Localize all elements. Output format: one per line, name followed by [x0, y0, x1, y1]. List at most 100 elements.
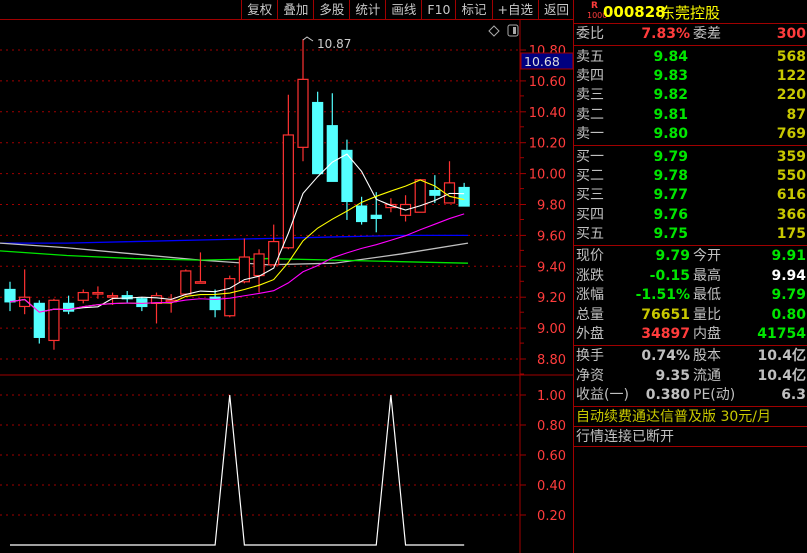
order-label: 卖五	[576, 48, 604, 65]
indicator-tick-label: 0.80	[537, 419, 566, 434]
order-price: 9.75	[653, 226, 688, 243]
order-row: 买一 9.79 359	[574, 147, 807, 166]
candle	[194, 252, 207, 284]
candle-body	[180, 270, 192, 295]
price-tick-label: 8.80	[537, 353, 566, 368]
order-volume: 568	[776, 48, 806, 65]
fin-row: 收益(一) 0.380 PE(动) 6.3	[574, 386, 807, 405]
stat-row: 涨幅 -1.51% 最低 9.79	[574, 286, 807, 305]
weicha-label: 委差	[693, 26, 721, 43]
quote-panel: R 1000 000828 东莞控股 委比 7.83% 委差 300 卖五 9.8…	[573, 0, 807, 553]
candle	[297, 39, 309, 162]
order-label: 买五	[576, 226, 604, 243]
stat-row: 涨跌 -0.15 最高 9.94	[574, 267, 807, 286]
order-row: 买五 9.75 175	[574, 225, 807, 244]
candle-body	[326, 125, 338, 182]
order-label: 卖四	[576, 67, 604, 84]
fin-value: 0.380	[645, 387, 690, 404]
stat-row: 现价 9.79 今开 9.91	[574, 247, 807, 266]
stat-row: 总量 76651 量比 0.80	[574, 305, 807, 324]
order-row: 买四 9.76 366	[574, 206, 807, 225]
candle	[414, 179, 426, 213]
order-price: 9.80	[653, 126, 688, 143]
candle	[238, 238, 250, 284]
order-label: 买四	[576, 206, 604, 223]
candle-body	[194, 281, 207, 284]
indicator-tick-label: 0.60	[537, 449, 566, 464]
fin-value: 0.74%	[641, 348, 690, 365]
rong-badge: R	[591, 1, 598, 11]
order-row: 卖五 9.84 568	[574, 47, 807, 66]
stat-label-2: 今开	[693, 248, 721, 265]
stat-label-2: 量比	[693, 306, 721, 323]
stat-value: 9.79	[655, 248, 690, 265]
fundamentals: 换手 0.74% 股本 10.4亿 净资 9.35 流通 10.4亿 收益(一) 0.380 PE(…	[574, 346, 807, 408]
fin-label-2: 股本	[693, 348, 721, 365]
price-tick-label: 9.40	[537, 260, 566, 275]
order-volume: 616	[776, 187, 806, 204]
candle-body	[297, 78, 309, 148]
order-label: 买二	[576, 167, 604, 184]
order-price: 9.83	[653, 67, 688, 84]
stat-value: -1.51%	[635, 287, 690, 304]
order-row: 买三 9.77 616	[574, 186, 807, 205]
ma-line-blue	[0, 234, 468, 244]
stock-name: 东莞控股	[660, 4, 721, 22]
stat-value: -0.15	[649, 267, 690, 284]
order-volume: 175	[776, 226, 806, 243]
candle	[19, 269, 31, 315]
order-volume: 220	[776, 87, 806, 104]
indicator-tick-label: 0.40	[537, 479, 566, 494]
ma5-line	[9, 153, 465, 313]
candle	[341, 139, 353, 220]
price-tick-label: 9.20	[537, 291, 566, 306]
candle-body	[429, 189, 441, 196]
stat-value: 34897	[641, 326, 690, 343]
subscription-ad[interactable]: 自动续费通达信普及版 30元/月	[574, 407, 807, 428]
order-label: 卖三	[576, 87, 604, 104]
high-marker-label: 10.87	[317, 37, 351, 51]
order-label: 卖二	[576, 106, 604, 123]
candle-body	[282, 134, 294, 249]
stat-value-2: 41754	[757, 326, 806, 343]
candle-body	[48, 299, 60, 342]
indicator-tick-label: 0.20	[537, 509, 566, 524]
order-price: 9.78	[653, 167, 688, 184]
fin-row: 换手 0.74% 股本 10.4亿	[574, 347, 807, 366]
order-row: 卖二 9.81 87	[574, 106, 807, 125]
candle-body	[136, 298, 148, 308]
fin-label: 收益(一)	[576, 387, 629, 404]
candle-body	[356, 205, 368, 223]
price-tick-label: 9.00	[537, 322, 566, 337]
candle	[77, 289, 89, 304]
candle	[282, 94, 294, 250]
candle	[121, 291, 133, 304]
price-tick-label: 10.00	[529, 168, 566, 183]
candle-body	[253, 253, 265, 277]
diamond-icon[interactable]	[488, 25, 500, 37]
order-price: 9.84	[653, 48, 688, 65]
ma-line-green	[0, 250, 469, 264]
stat-row: 外盘 34897 内盘 41754	[574, 325, 807, 344]
stock-code: 000828	[603, 3, 666, 21]
order-volume: 769	[776, 126, 806, 143]
order-row: 卖四 9.83 122	[574, 67, 807, 86]
order-price: 9.79	[653, 148, 688, 165]
stat-label: 总量	[576, 306, 604, 323]
order-label: 买一	[576, 148, 604, 165]
stat-value-2: 9.91	[771, 248, 806, 265]
stat-value-2: 9.94	[771, 267, 806, 284]
candle-body	[268, 240, 280, 266]
fin-value: 9.35	[655, 367, 690, 384]
fin-label: 换手	[576, 348, 604, 365]
quote-stats: 现价 9.79 今开 9.91 涨跌 -0.15 最高 9.94 涨幅 -1.51% 最低 9.79 总…	[574, 246, 807, 347]
kline-chart[interactable]: 10.8010.6010.4010.2010.009.809.609.409.2…	[0, 0, 574, 553]
candle-body	[106, 295, 119, 298]
fin-value-2: 10.4亿	[757, 348, 806, 365]
price-tick-label: 9.80	[537, 199, 566, 214]
candle	[224, 275, 236, 318]
order-price: 9.76	[653, 206, 688, 223]
order-price: 9.81	[653, 106, 688, 123]
cursor-price-label: 10.68	[524, 54, 560, 69]
order-price: 9.82	[653, 87, 688, 104]
